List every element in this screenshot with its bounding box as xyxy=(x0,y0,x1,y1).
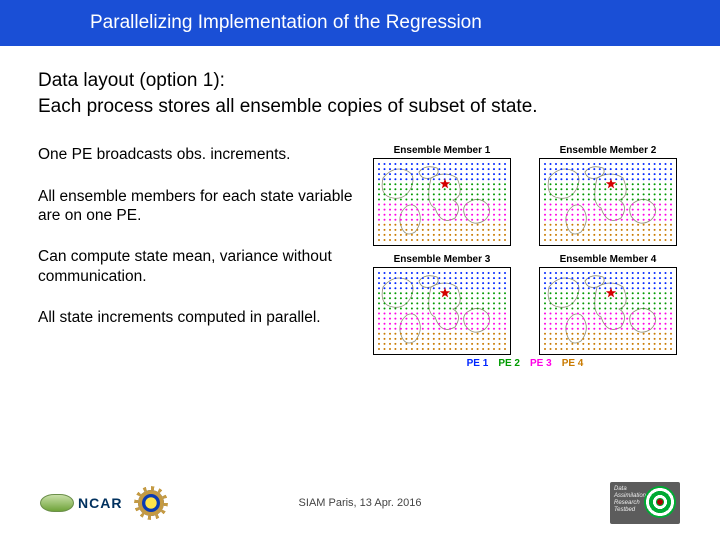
legend-pe1: PE 1 xyxy=(467,358,489,369)
intro-line-2: Each process stores all ensemble copies … xyxy=(38,94,682,120)
map-ensemble-2 xyxy=(539,158,677,246)
footer: NCAR SIAM Paris, 13 Apr. 2016 Data Assim… xyxy=(0,482,720,524)
legend-pe3: PE 3 xyxy=(530,358,552,369)
panel-title-2: Ensemble Member 2 xyxy=(560,145,657,156)
bullet-4: All state increments computed in paralle… xyxy=(38,308,358,327)
bullet-2: All ensemble members for each state vari… xyxy=(38,187,358,226)
slide-title: Parallelizing Implementation of the Regr… xyxy=(90,12,482,34)
bullet-1: One PE broadcasts obs. increments. xyxy=(38,145,358,164)
panel-grid: Ensemble Member 1 Ensemble Member 2 Ense… xyxy=(368,145,682,355)
map-ensemble-4 xyxy=(539,267,677,355)
dares-logo: Data Assimilation Research Testbed xyxy=(610,482,680,524)
footer-logos-left: NCAR xyxy=(40,490,164,516)
ncar-mark-icon xyxy=(40,494,74,512)
bullets-column: One PE broadcasts obs. increments. All e… xyxy=(38,145,358,369)
panel-title-1: Ensemble Member 1 xyxy=(394,145,491,156)
figure-column: Ensemble Member 1 Ensemble Member 2 Ense… xyxy=(368,145,682,369)
dares-logo-text: Data Assimilation Research Testbed xyxy=(614,486,646,514)
map-ensemble-1 xyxy=(373,158,511,246)
legend-pe4: PE 4 xyxy=(562,358,584,369)
main-row: One PE broadcasts obs. increments. All e… xyxy=(38,145,682,369)
panel-title-4: Ensemble Member 4 xyxy=(560,254,657,265)
slide-content: Data layout (option 1): Each process sto… xyxy=(0,46,720,369)
dartboard-icon xyxy=(644,486,676,518)
panel-ensemble-4: Ensemble Member 4 xyxy=(534,254,682,355)
intro-line-1: Data layout (option 1): xyxy=(38,68,682,94)
pe-legend: PE 1 PE 2 PE 3 PE 4 xyxy=(368,358,682,369)
panel-ensemble-2: Ensemble Member 2 xyxy=(534,145,682,246)
ncar-logo: NCAR xyxy=(40,494,122,512)
map-ensemble-3 xyxy=(373,267,511,355)
bullet-3: Can compute state mean, variance without… xyxy=(38,247,358,286)
panel-ensemble-3: Ensemble Member 3 xyxy=(368,254,516,355)
intro-block: Data layout (option 1): Each process sto… xyxy=(38,68,682,119)
title-bar: Parallelizing Implementation of the Regr… xyxy=(0,0,720,46)
panel-ensemble-1: Ensemble Member 1 xyxy=(368,145,516,246)
panel-title-3: Ensemble Member 3 xyxy=(394,254,491,265)
nsf-logo-icon xyxy=(138,490,164,516)
legend-pe2: PE 2 xyxy=(498,358,520,369)
ncar-logo-text: NCAR xyxy=(78,495,122,511)
